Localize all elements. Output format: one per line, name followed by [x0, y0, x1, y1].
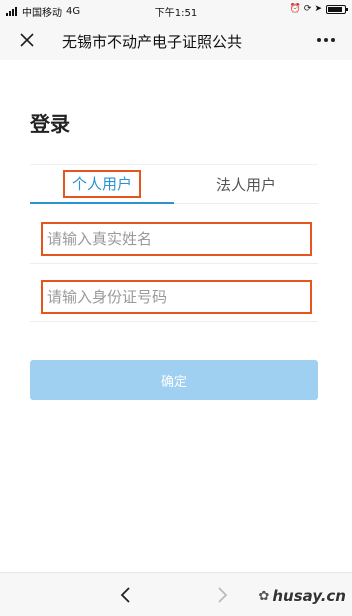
battery-fill [328, 6, 343, 12]
tab-legal-label: 法人用户 [215, 175, 276, 194]
rotation-lock-icon: ⟳ [303, 4, 312, 14]
confirm-button[interactable]: 确定 [30, 360, 318, 400]
status-bar: 中国移动 4G 下午1:51 ⏰ ⟳ ➤ [0, 0, 352, 20]
alarm-icon: ⏰ [289, 4, 301, 14]
wechat-icon: ✿ [258, 588, 270, 604]
tab-legal-user[interactable]: 法人用户 [174, 165, 318, 203]
watermark-text: husay.cn [272, 587, 346, 605]
close-icon [20, 33, 34, 47]
status-right: ⏰ ⟳ ➤ [287, 4, 348, 14]
page-title: 登录 [30, 112, 70, 136]
chevron-right-icon [218, 587, 228, 603]
screen: 中国移动 4G 下午1:51 ⏰ ⟳ ➤ 无锡市不动产电子证照公共 登录 个人用… [0, 0, 352, 616]
more-dots-icon [317, 38, 321, 42]
more-button[interactable] [314, 29, 338, 51]
nav-bar: 无锡市不动产电子证照公共 [0, 20, 352, 60]
tab-personal-user[interactable]: 个人用户 [30, 165, 174, 203]
close-button[interactable] [16, 29, 38, 51]
name-field-row [30, 216, 318, 264]
real-name-input[interactable] [43, 224, 310, 254]
id-field-highlight [41, 280, 312, 314]
user-type-tabs: 个人用户 法人用户 [30, 164, 318, 204]
id-field-row [30, 274, 318, 322]
id-number-input[interactable] [43, 282, 310, 312]
back-button[interactable] [116, 585, 136, 605]
name-field-highlight [41, 222, 312, 256]
location-icon: ➤ [314, 4, 322, 14]
watermark: ✿ husay.cn [258, 587, 346, 605]
bottom-toolbar: ✿ husay.cn [0, 572, 352, 616]
active-tab-indicator [30, 202, 174, 204]
battery-icon [326, 4, 348, 14]
nav-title: 无锡市不动产电子证照公共 [62, 33, 243, 51]
tab-personal-label: 个人用户 [62, 170, 141, 198]
chevron-left-icon [120, 587, 130, 603]
forward-button[interactable] [212, 585, 232, 605]
